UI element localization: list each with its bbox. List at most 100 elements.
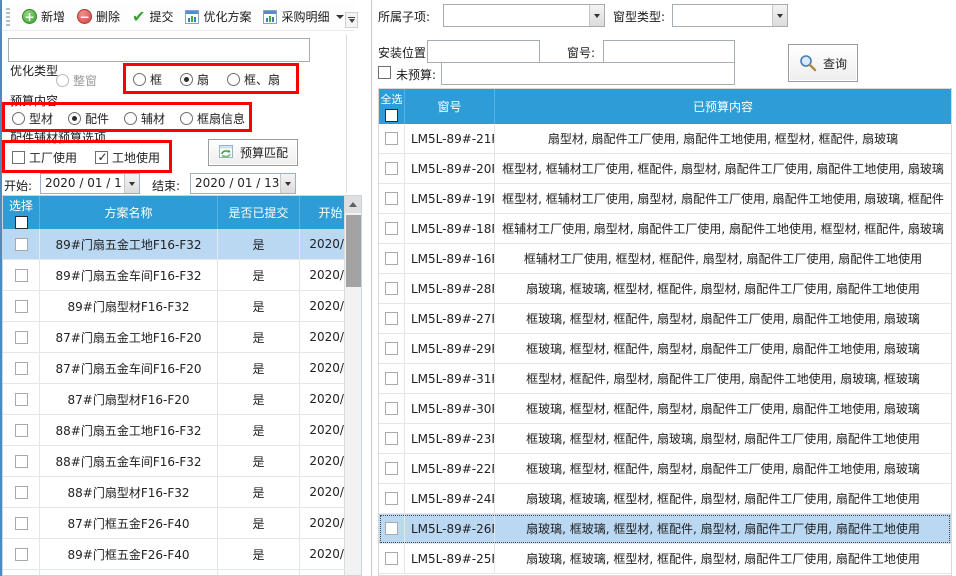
purchase-detail-button[interactable]: 采购明细 — [257, 5, 350, 28]
radio-option[interactable]: 型材 — [12, 110, 53, 127]
install-position-label: 安装位置: — [378, 44, 430, 61]
row-checkbox[interactable] — [385, 522, 398, 535]
row-checkbox[interactable] — [385, 492, 398, 505]
checkbox-option[interactable]: 工厂使用 — [12, 149, 77, 166]
row-checkbox[interactable] — [385, 312, 398, 325]
plan-table-row[interactable]: 89#门框五金F26-F40 是 2020/0 — [3, 539, 361, 570]
window-table-row[interactable]: LM5L-89#-31F29 框型材, 框配件, 扇型材, 扇配件工厂使用, 扇… — [379, 364, 951, 394]
scrollbar-thumb[interactable] — [346, 215, 361, 287]
row-checkbox[interactable] — [15, 548, 28, 561]
plan-table-row[interactable]: 89#门扇五金工地F16-F32 是 2020/0 — [3, 229, 361, 260]
window-table-row[interactable]: LM5L-89#-29F27 框玻璃, 框型材, 框配件, 扇型材, 扇配件工厂… — [379, 334, 951, 364]
radio-option[interactable]: 框 — [133, 71, 162, 88]
row-checkbox[interactable] — [385, 552, 398, 565]
plan-table-row[interactable]: 87#门扇型材F16-F20 是 2020/0 — [3, 384, 361, 415]
window-table-row[interactable]: LM5L-89#-23F21 框玻璃, 框型材, 框配件, 扇玻璃, 扇型材, … — [379, 424, 951, 454]
radio-option[interactable]: 辅材 — [124, 110, 165, 127]
plan-name: 89#门扇型材F16-F32 — [40, 291, 218, 321]
row-checkbox[interactable] — [385, 402, 398, 415]
toolbar-overflow-button[interactable] — [345, 12, 358, 28]
row-checkbox[interactable] — [15, 393, 28, 406]
submit-button[interactable]: ✔ 提交 — [126, 5, 179, 28]
window-table-row[interactable]: LM5L-89#-16F15 框辅材工厂使用, 框型材, 框配件, 扇型材, 扇… — [379, 244, 951, 274]
window-table-row[interactable]: LM5L-89#-27F25 框玻璃, 框型材, 框配件, 扇型材, 扇配件工厂… — [379, 304, 951, 334]
query-button[interactable]: 查询 — [788, 44, 858, 82]
checkbox-label: 工地使用 — [112, 149, 160, 166]
window-no-input[interactable] — [603, 40, 735, 63]
row-checkbox[interactable] — [15, 238, 28, 251]
delete-button[interactable]: − 删除 — [71, 5, 126, 28]
plan-table-row[interactable]: 87#门扇五金工地F16-F20 是 2020/0 — [3, 322, 361, 353]
row-checkbox[interactable] — [385, 372, 398, 385]
window-table-row[interactable]: LM5L-89#-19F17 框型材, 框辅材工厂使用, 扇型材, 扇配件工厂使… — [379, 184, 951, 214]
date-start-picker[interactable]: 2020 / 01 / 1 — [40, 173, 140, 194]
add-button[interactable]: + 新增 — [16, 5, 71, 28]
plan-name: 88#门扇五金车间F16-F32 — [40, 446, 218, 476]
date-end-dropdown-button[interactable] — [280, 174, 295, 193]
row-checkbox[interactable] — [15, 486, 28, 499]
row-checkbox[interactable] — [15, 455, 28, 468]
date-end-picker[interactable]: 2020 / 01 / 13 — [190, 173, 296, 194]
install-position-input[interactable] — [427, 40, 540, 63]
plan-table-row[interactable]: 88#门框五金F21-F40 是 2020/0 — [3, 570, 361, 576]
row-checkbox[interactable] — [385, 342, 398, 355]
row-checkbox[interactable] — [15, 517, 28, 530]
sub-item-dropdown-button[interactable] — [589, 5, 604, 26]
radio-option-whole-window[interactable]: 整窗 — [56, 72, 97, 89]
window-table-row[interactable]: LM5L-89#-30F28 框玻璃, 框型材, 框配件, 扇型材, 扇配件工厂… — [379, 394, 951, 424]
submitted-flag: 是 — [218, 260, 300, 290]
row-checkbox[interactable] — [385, 162, 398, 175]
row-checkbox[interactable] — [15, 300, 28, 313]
row-checkbox[interactable] — [15, 269, 28, 282]
panel-splitter[interactable] — [371, 0, 372, 576]
plan-table-row[interactable]: 87#门框五金F26-F40 是 2020/0 — [3, 508, 361, 539]
plan-search-input[interactable] — [8, 38, 310, 62]
radio-option[interactable]: 扇 — [180, 71, 209, 88]
row-checkbox[interactable] — [15, 362, 28, 375]
window-table-row[interactable]: LM5L-89#-18F16 框辅材工厂使用, 扇型材, 扇配件工厂使用, 扇配… — [379, 214, 951, 244]
plan-table-row[interactable]: 89#门扇型材F16-F32 是 2020/0 — [3, 291, 361, 322]
plan-table-row[interactable]: 88#门扇型材F16-F32 是 2020/0 — [3, 477, 361, 508]
row-checkbox[interactable] — [385, 432, 398, 445]
no-budget-checkbox[interactable] — [378, 66, 391, 79]
window-type-dropdown-button[interactable] — [772, 5, 787, 26]
plan-table-row[interactable]: 88#门扇五金工地F16-F32 是 2020/0 — [3, 415, 361, 446]
radio-option[interactable]: 框、扇 — [227, 71, 280, 88]
checkbox-option[interactable]: 工地使用 — [95, 149, 160, 166]
row-checkbox[interactable] — [385, 192, 398, 205]
row-checkbox[interactable] — [385, 252, 398, 265]
window-table-row[interactable]: LM5L-89#-28F26 扇玻璃, 框玻璃, 框型材, 框配件, 扇型材, … — [379, 274, 951, 304]
plan-table-row[interactable]: 89#门扇五金车间F16-F32 是 2020/0 — [3, 260, 361, 291]
date-start-dropdown-button[interactable] — [124, 174, 139, 193]
no-budget-input[interactable] — [441, 62, 735, 85]
row-checkbox[interactable] — [385, 462, 398, 475]
plan-table-row[interactable]: 87#门扇五金车间F16-F20 是 2020/0 — [3, 353, 361, 384]
radio-option[interactable]: 配件 — [68, 110, 109, 127]
header-window-no: 窗号 — [405, 89, 495, 124]
select-all-checkbox[interactable] — [385, 109, 398, 122]
budget-match-button[interactable]: 预算匹配 — [208, 139, 298, 166]
toolbar-grip[interactable] — [6, 8, 10, 26]
window-no: LM5L-89#-16F15 — [405, 244, 495, 273]
window-table-row[interactable]: LM5L-89#-20F18 框型材, 框辅材工厂使用, 框配件, 扇型材, 扇… — [379, 154, 951, 184]
row-checkbox[interactable] — [15, 331, 28, 344]
row-checkbox[interactable] — [385, 222, 398, 235]
window-table-row[interactable]: LM5L-89#-26F24 扇玻璃, 框玻璃, 框型材, 框配件, 扇型材, … — [379, 514, 951, 544]
select-all-checkbox[interactable] — [15, 216, 28, 229]
window-table-row[interactable]: LM5L-89#-24F22 扇玻璃, 框玻璃, 框型材, 框配件, 扇型材, … — [379, 484, 951, 514]
scrollbar-up-button[interactable] — [345, 196, 361, 213]
window-type-dropdown[interactable] — [672, 4, 788, 27]
row-checkbox[interactable] — [385, 282, 398, 295]
optimize-plan-button[interactable]: 优化方案 — [179, 5, 257, 28]
sub-item-dropdown[interactable] — [443, 4, 605, 27]
radio-icon — [124, 112, 137, 125]
row-checkbox[interactable] — [15, 424, 28, 437]
optimize-plan-label: 优化方案 — [203, 8, 251, 25]
window-table-row[interactable]: LM5L-89#-21F19 扇型材, 扇配件工厂使用, 扇配件工地使用, 框型… — [379, 124, 951, 154]
radio-option[interactable]: 框扇信息 — [180, 110, 245, 127]
plan-table-row[interactable]: 88#门扇五金车间F16-F32 是 2020/0 — [3, 446, 361, 477]
window-table-row[interactable]: LM5L-89#-22F20 框玻璃, 框型材, 框配件, 扇型材, 扇配件工厂… — [379, 454, 951, 484]
vertical-scrollbar[interactable] — [344, 196, 361, 575]
window-table-row[interactable]: LM5L-89#-25F23 扇玻璃, 框玻璃, 框型材, 框配件, 扇型材, … — [379, 544, 951, 574]
row-checkbox[interactable] — [385, 132, 398, 145]
